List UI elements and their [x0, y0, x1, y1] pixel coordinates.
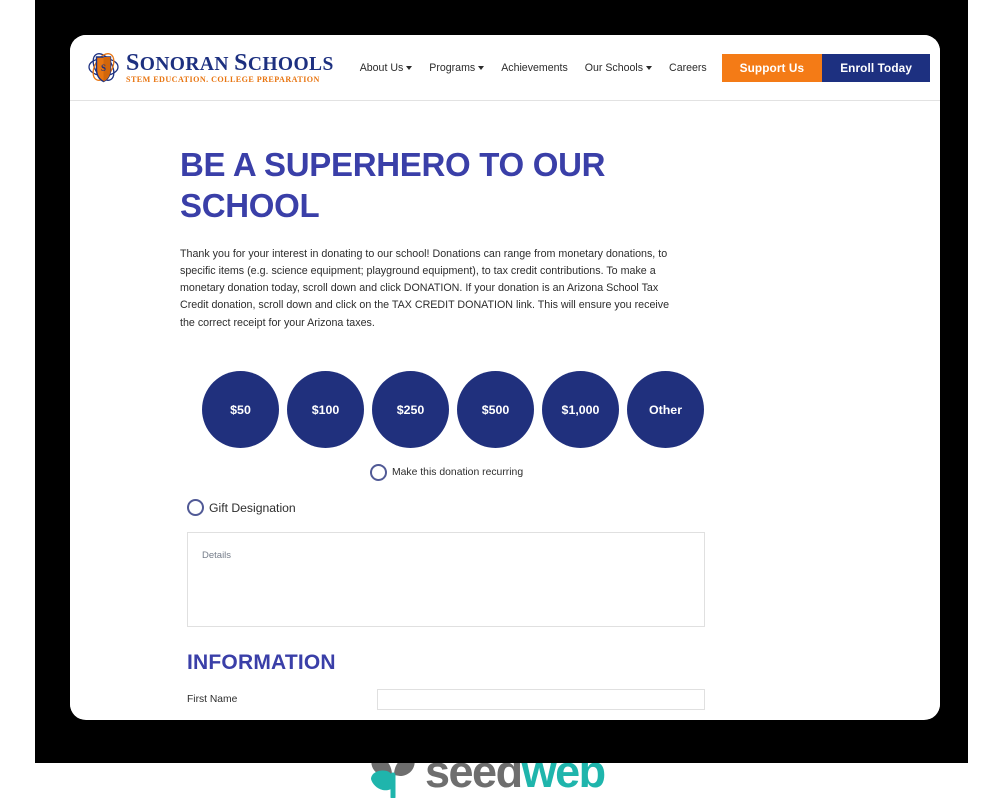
- nav-item-programs[interactable]: Programs: [429, 61, 485, 74]
- recurring-donation-row: Make this donation recurring: [180, 464, 808, 482]
- gift-designation-row: Gift Designation: [180, 499, 808, 517]
- details-textarea[interactable]: Details: [187, 532, 705, 628]
- browser-page-card: S SONORAN SCHOOLS STEM EDUCATION. COLLEG…: [70, 35, 940, 720]
- recurring-donation-label: Make this donation recurring: [392, 467, 524, 479]
- nav-label: Programs: [429, 61, 476, 74]
- nav-label: Achievements: [501, 61, 568, 74]
- donation-content: BE A SUPERHERO TO OUR SCHOOL Thank you f…: [180, 144, 808, 719]
- brand-name: SONORAN SCHOOLS: [126, 50, 334, 77]
- watermark-occluding-band: [363, 743, 641, 763]
- support-us-button[interactable]: Support Us: [721, 54, 823, 82]
- amount-option-100[interactable]: $100: [287, 371, 364, 449]
- brand-tagline: STEM EDUCATION. COLLEGE PREPARATION: [126, 75, 320, 85]
- page-body: BE A SUPERHERO TO OUR SCHOOL Thank you f…: [70, 101, 940, 719]
- brand-text: SONORAN SCHOOLS STEM EDUCATION. COLLEGE …: [126, 50, 334, 84]
- chevron-down-icon: [646, 66, 653, 70]
- site-logo[interactable]: S SONORAN SCHOOLS STEM EDUCATION. COLLEG…: [88, 50, 334, 84]
- nav-label: Careers: [669, 61, 707, 74]
- first-name-row: First Name: [187, 689, 808, 711]
- amount-option-other[interactable]: Other: [627, 371, 704, 449]
- page-title: BE A SUPERHERO TO OUR SCHOOL: [180, 146, 606, 225]
- amount-option-250[interactable]: $250: [372, 371, 449, 449]
- screenshot-root: S SONORAN SCHOOLS STEM EDUCATION. COLLEG…: [0, 0, 1000, 800]
- details-placeholder: Details: [202, 550, 232, 562]
- intro-paragraph: Thank you for your interest in donating …: [180, 247, 670, 329]
- chevron-down-icon: [478, 66, 485, 70]
- shield-atom-crest-icon: S: [88, 51, 119, 85]
- nav-item-about-us[interactable]: About Us: [360, 62, 413, 74]
- main-navigation: About Us Programs Achievements Our Schoo…: [360, 62, 707, 74]
- nav-label: Our Schools: [584, 61, 644, 74]
- chevron-down-icon: [406, 66, 413, 70]
- donation-amount-options: $50 $100 $250 $500 $1,000 Other: [180, 371, 808, 449]
- gift-designation-label: Gift Designation: [209, 500, 296, 515]
- amount-option-50[interactable]: $50: [202, 371, 279, 449]
- svg-text:S: S: [101, 63, 106, 73]
- first-name-label: First Name: [187, 694, 238, 706]
- gift-designation-radio[interactable]: [187, 499, 204, 517]
- enroll-today-button[interactable]: Enroll Today: [822, 54, 930, 82]
- nav-item-careers[interactable]: Careers: [669, 62, 707, 74]
- site-header: S SONORAN SCHOOLS STEM EDUCATION. COLLEG…: [70, 35, 940, 101]
- amount-option-1000[interactable]: $1,000: [542, 371, 619, 449]
- first-name-input[interactable]: [377, 689, 705, 711]
- vendor-watermark-logo: seedweb ®: [363, 743, 641, 800]
- information-section-title: INFORMATION: [187, 651, 336, 675]
- nav-item-our-schools[interactable]: Our Schools: [584, 61, 653, 74]
- nav-label: About Us: [359, 61, 404, 74]
- watermark-inner: seedweb ®: [363, 743, 641, 800]
- header-cta-group: Support Us Enroll Today: [721, 35, 930, 101]
- amount-option-500[interactable]: $500: [457, 371, 534, 449]
- nav-item-achievements[interactable]: Achievements: [501, 62, 568, 74]
- recurring-donation-radio[interactable]: [370, 464, 387, 482]
